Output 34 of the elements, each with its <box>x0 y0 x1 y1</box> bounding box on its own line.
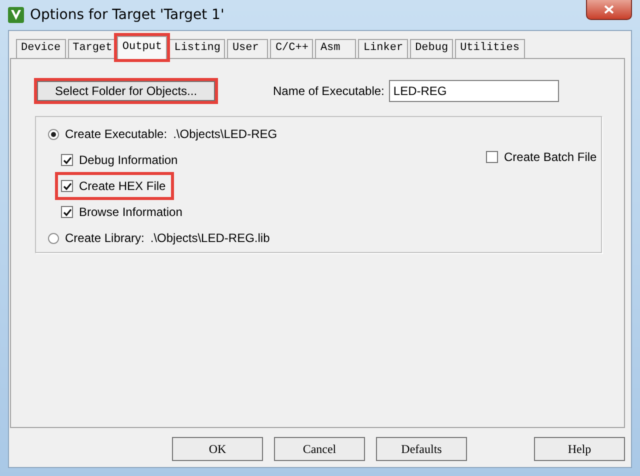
checkbox[interactable] <box>486 151 498 163</box>
close-icon <box>604 5 614 14</box>
radio-option[interactable]: Create Library: <box>48 231 144 245</box>
radio-circle[interactable] <box>48 128 59 140</box>
checkbox-option[interactable]: Create HEX File <box>59 176 170 196</box>
dialog-button[interactable]: Defaults <box>376 437 467 461</box>
output-path: .\Objects\LED-REG <box>173 127 278 141</box>
executable-name-field[interactable]: LED-REG <box>389 80 560 102</box>
window-title: Options for Target 'Target 1' <box>30 7 224 23</box>
app-logo-icon <box>8 7 24 23</box>
tab[interactable]: Linker <box>358 39 408 58</box>
checkbox[interactable] <box>61 206 73 218</box>
checkbox-option[interactable]: Create Batch File <box>486 147 601 167</box>
checkbox[interactable] <box>61 180 73 192</box>
dialog-button[interactable]: Cancel <box>274 437 365 461</box>
tab[interactable]: C/C++ <box>270 39 314 58</box>
checkbox[interactable] <box>61 154 73 166</box>
output-path: .\Objects\LED-REG.lib <box>150 231 270 245</box>
checkbox-option[interactable]: Browse Information <box>61 202 186 222</box>
tab[interactable]: User <box>227 39 268 58</box>
radio-circle[interactable] <box>48 232 59 244</box>
tab[interactable]: Debug <box>410 39 454 58</box>
dialog-button[interactable]: OK <box>172 437 263 461</box>
tab[interactable]: Asm <box>315 39 356 58</box>
tab[interactable]: Device <box>16 39 66 58</box>
radio-option[interactable]: Create Executable: <box>48 127 168 141</box>
tab[interactable]: Output <box>117 36 168 59</box>
close-button[interactable] <box>586 0 632 20</box>
dialog-button[interactable]: Help <box>534 437 625 461</box>
tab[interactable]: Utilities <box>455 39 524 58</box>
field-label: Name of Executable: <box>273 84 384 98</box>
select-folder-button[interactable]: Select Folder for Objects... <box>34 78 218 104</box>
checkbox-option[interactable]: Debug Information <box>61 150 182 170</box>
tab[interactable]: Listing <box>169 39 226 58</box>
